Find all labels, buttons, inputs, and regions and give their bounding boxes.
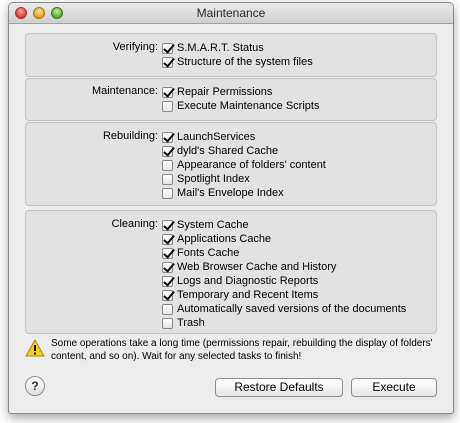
checkbox-icon[interactable] bbox=[162, 131, 173, 143]
checkbox-system-cache[interactable]: System Cache bbox=[162, 218, 249, 232]
checkbox-label: Repair Permissions bbox=[177, 86, 273, 98]
checkbox-mail-envelope-index[interactable]: Mail's Envelope Index bbox=[162, 186, 284, 200]
checkbox-label: System Cache bbox=[177, 219, 249, 231]
checkbox-icon[interactable] bbox=[162, 86, 173, 98]
maintenance-window: Maintenance Verifying: S.M.A.R.T. Status… bbox=[8, 2, 454, 414]
checkbox-execute-maintenance-scripts[interactable]: Execute Maintenance Scripts bbox=[162, 99, 319, 113]
checkbox-applications-cache[interactable]: Applications Cache bbox=[162, 232, 271, 246]
checkbox-label: Automatically saved versions of the docu… bbox=[177, 303, 407, 315]
checkbox-label: Applications Cache bbox=[177, 233, 272, 245]
checkbox-dyld-shared-cache[interactable]: dyld's Shared Cache bbox=[162, 144, 278, 158]
restore-defaults-button[interactable]: Restore Defaults bbox=[215, 378, 343, 397]
checkbox-temporary-recent-items[interactable]: Temporary and Recent Items bbox=[162, 288, 318, 302]
execute-button[interactable]: Execute bbox=[351, 378, 437, 397]
checkbox-label: Structure of the system files bbox=[177, 56, 313, 68]
window-title: Maintenance bbox=[196, 6, 266, 20]
checkbox-icon[interactable] bbox=[162, 247, 173, 259]
cleaning-group-label: Cleaning: bbox=[111, 218, 158, 230]
checkbox-label: Fonts Cache bbox=[177, 247, 240, 259]
rebuilding-group: Rebuilding: LaunchServices dyld's Shared… bbox=[25, 122, 437, 206]
checkbox-label: dyld's Shared Cache bbox=[177, 145, 279, 157]
checkbox-icon[interactable] bbox=[162, 100, 173, 112]
checkbox-icon[interactable] bbox=[162, 289, 173, 301]
checkbox-label: Temporary and Recent Items bbox=[177, 289, 319, 301]
verifying-group: Verifying: S.M.A.R.T. Status Structure o… bbox=[25, 33, 437, 77]
checkbox-icon[interactable] bbox=[162, 159, 173, 171]
title-bar: Maintenance bbox=[9, 3, 453, 24]
checkbox-fonts-cache[interactable]: Fonts Cache bbox=[162, 246, 239, 260]
checkbox-smart-status[interactable]: S.M.A.R.T. Status bbox=[162, 41, 264, 55]
checkbox-auto-saved-versions[interactable]: Automatically saved versions of the docu… bbox=[162, 302, 406, 316]
checkbox-label: Web Browser Cache and History bbox=[177, 261, 337, 273]
checkbox-structure-system-files[interactable]: Structure of the system files bbox=[162, 55, 313, 69]
checkbox-icon[interactable] bbox=[162, 317, 173, 329]
warning-text: Some operations take a long time (permis… bbox=[51, 338, 433, 362]
checkbox-icon[interactable] bbox=[162, 261, 173, 273]
checkbox-appearance-folders-content[interactable]: Appearance of folders' content bbox=[162, 158, 326, 172]
checkbox-trash[interactable]: Trash bbox=[162, 316, 205, 330]
checkbox-label: Appearance of folders' content bbox=[177, 159, 326, 171]
checkbox-web-browser-cache[interactable]: Web Browser Cache and History bbox=[162, 260, 336, 274]
help-button[interactable]: ? bbox=[25, 376, 45, 396]
maintenance-group: Maintenance: Repair Permissions Execute … bbox=[25, 78, 437, 121]
checkbox-launchservices[interactable]: LaunchServices bbox=[162, 130, 255, 144]
checkbox-icon[interactable] bbox=[162, 42, 173, 54]
checkbox-icon[interactable] bbox=[162, 275, 173, 287]
checkbox-icon[interactable] bbox=[162, 303, 173, 315]
cleaning-group: Cleaning: System Cache Applications Cach… bbox=[25, 210, 437, 334]
checkbox-logs-diagnostic-reports[interactable]: Logs and Diagnostic Reports bbox=[162, 274, 318, 288]
checkbox-icon[interactable] bbox=[162, 173, 173, 185]
checkbox-repair-permissions[interactable]: Repair Permissions bbox=[162, 85, 272, 99]
checkbox-label: LaunchServices bbox=[177, 131, 256, 143]
checkbox-label: Spotlight Index bbox=[177, 173, 250, 185]
checkbox-label: Mail's Envelope Index bbox=[177, 187, 284, 199]
checkbox-spotlight-index[interactable]: Spotlight Index bbox=[162, 172, 250, 186]
checkbox-icon[interactable] bbox=[162, 219, 173, 231]
checkbox-icon[interactable] bbox=[162, 56, 173, 68]
checkbox-label: Logs and Diagnostic Reports bbox=[177, 275, 319, 287]
verifying-group-label: Verifying: bbox=[112, 41, 158, 53]
checkbox-icon[interactable] bbox=[162, 233, 173, 245]
checkbox-label: Execute Maintenance Scripts bbox=[177, 100, 320, 112]
checkbox-icon[interactable] bbox=[162, 145, 173, 157]
checkbox-label: Trash bbox=[177, 317, 205, 329]
warning-icon bbox=[25, 339, 45, 357]
checkbox-label: S.M.A.R.T. Status bbox=[177, 42, 264, 54]
rebuilding-group-label: Rebuilding: bbox=[102, 130, 158, 142]
maintenance-group-label: Maintenance: bbox=[91, 85, 158, 97]
checkbox-icon[interactable] bbox=[162, 187, 173, 199]
